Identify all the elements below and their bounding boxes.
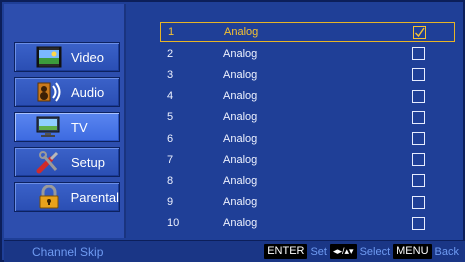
- channel-number: 2: [167, 47, 174, 60]
- sidebar-item-setup[interactable]: Setup: [14, 147, 120, 177]
- sidebar-item-label: Video: [71, 49, 105, 65]
- channel-row[interactable]: 3 Analog: [160, 64, 455, 85]
- audio-icon: [35, 80, 63, 104]
- channel-type: Analog: [223, 47, 258, 60]
- channel-row[interactable]: 7 Analog: [160, 149, 455, 170]
- sidebar-item-label: Audio: [71, 84, 105, 100]
- sidebar-item-label: TV: [71, 119, 88, 135]
- footer-bar: Channel Skip ENTER Set ◂▸/▴▾ Select MENU…: [4, 240, 465, 262]
- skip-checkbox[interactable]: [412, 132, 425, 146]
- select-action-label: Select: [359, 245, 391, 258]
- skip-checkbox[interactable]: [412, 195, 425, 209]
- sidebar-menu: Video Audio TV Setup Parental: [4, 4, 126, 238]
- skip-checkbox[interactable]: [412, 216, 425, 230]
- channel-number: 1: [168, 26, 175, 38]
- channel-number: 10: [167, 217, 180, 230]
- channel-row[interactable]: 8 Analog: [160, 170, 455, 191]
- channel-type: Analog: [223, 68, 258, 81]
- sidebar-item-tv[interactable]: TV: [14, 112, 120, 142]
- skip-checkbox[interactable]: [412, 47, 425, 61]
- channel-list: 1 Analog 2 Analog 3 Analog 4 Analog 5 An…: [160, 22, 455, 234]
- arrow-keys-badge: ◂▸/▴▾: [329, 244, 357, 259]
- skip-checkbox[interactable]: [412, 110, 425, 124]
- enter-key-badge: ENTER: [264, 244, 308, 259]
- channel-number: 7: [167, 153, 174, 166]
- sidebar-item-label: Parental: [70, 189, 119, 205]
- check-icon: [415, 27, 425, 37]
- key-hints: ENTER Set ◂▸/▴▾ Select MENU Back: [264, 244, 459, 259]
- channel-row[interactable]: 6 Analog: [160, 128, 455, 149]
- channel-row[interactable]: 10 Analog: [160, 213, 455, 234]
- enter-action-label: Set: [310, 245, 327, 258]
- skip-checkbox[interactable]: [413, 25, 426, 39]
- tv-icon: [35, 115, 63, 139]
- channel-number: 9: [167, 196, 174, 209]
- back-action-label: Back: [434, 245, 459, 258]
- channel-type: Analog: [223, 174, 258, 187]
- skip-checkbox[interactable]: [412, 153, 425, 167]
- sidebar-item-parental[interactable]: Parental: [14, 182, 120, 212]
- channel-row[interactable]: 4 Analog: [160, 86, 455, 107]
- lock-icon: [35, 185, 63, 209]
- channel-row[interactable]: 2 Analog: [160, 43, 455, 64]
- channel-number: 5: [167, 111, 174, 124]
- menu-key-badge: MENU: [393, 244, 432, 259]
- skip-checkbox[interactable]: [412, 174, 425, 188]
- channel-row[interactable]: 5 Analog: [160, 107, 455, 128]
- page-title: Channel Skip: [32, 244, 104, 259]
- channel-number: 4: [167, 90, 174, 103]
- channel-row[interactable]: 1 Analog: [160, 22, 455, 42]
- channel-row[interactable]: 9 Analog: [160, 192, 455, 213]
- channel-type: Analog: [223, 196, 258, 209]
- sidebar-item-audio[interactable]: Audio: [14, 77, 120, 107]
- channel-type: Analog: [223, 111, 258, 124]
- osd-screen: Video Audio TV Setup Parental 1 Analog 2…: [0, 0, 465, 262]
- channel-number: 8: [167, 174, 174, 187]
- skip-checkbox[interactable]: [412, 89, 425, 103]
- video-icon: [35, 45, 63, 69]
- setup-icon: [35, 150, 63, 174]
- channel-type: Analog: [223, 153, 258, 166]
- channel-type: Analog: [223, 132, 258, 145]
- channel-number: 6: [167, 132, 174, 145]
- channel-type: Analog: [223, 217, 258, 230]
- sidebar-item-video[interactable]: Video: [14, 42, 120, 72]
- channel-type: Analog: [223, 90, 258, 103]
- channel-number: 3: [167, 68, 174, 81]
- channel-type: Analog: [224, 26, 259, 38]
- sidebar-item-label: Setup: [71, 154, 105, 170]
- skip-checkbox[interactable]: [412, 68, 425, 82]
